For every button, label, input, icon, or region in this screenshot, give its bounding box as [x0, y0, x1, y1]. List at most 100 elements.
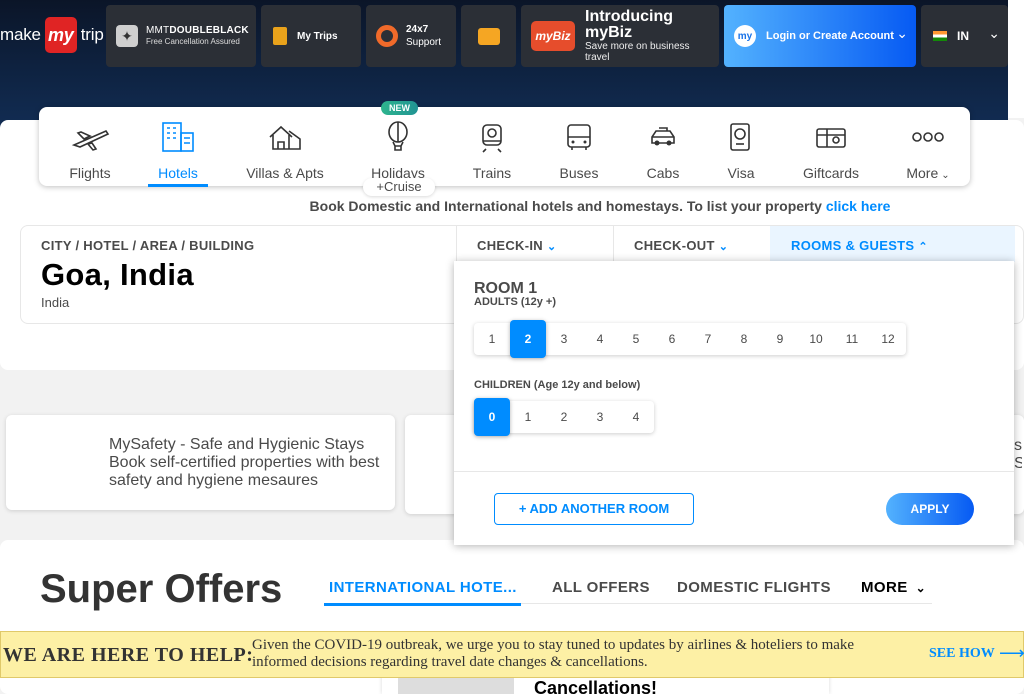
covid-heading: WE ARE HERE TO HELP: — [3, 644, 254, 666]
tab-more-label: MORE — [861, 579, 908, 596]
login-label: Login or Create Account — [766, 30, 894, 42]
balloon-icon — [388, 121, 408, 151]
nav-label: Hotels — [158, 165, 198, 181]
nav-label: Cabs — [646, 165, 680, 181]
nav-label: Villas & Apts — [246, 165, 324, 181]
giftcard-icon — [816, 128, 846, 148]
nav-villas[interactable]: Villas & Apts — [245, 117, 325, 185]
covid-banner: WE ARE HERE TO HELP: Given the COVID-19 … — [0, 631, 1024, 678]
checkout-label: CHECK-OUT — [634, 238, 715, 253]
user-avatar-icon: my — [734, 25, 756, 47]
cab-icon — [651, 127, 675, 146]
nav-label: Trains — [472, 165, 512, 181]
nav-label: Giftcards — [802, 165, 859, 181]
support-button[interactable]: 24x7 Support — [366, 5, 456, 67]
nav-more[interactable]: More ⌄ — [888, 117, 968, 185]
adults-option[interactable]: 4 — [582, 323, 618, 355]
india-flag-icon — [933, 31, 947, 41]
doubleblack-subtitle: Free Cancellation Assured — [146, 37, 240, 46]
children-option[interactable]: 3 — [582, 401, 618, 433]
passport-icon — [730, 123, 750, 151]
city-field[interactable]: CITY / HOTEL / AREA / BUILDING Goa, Indi… — [41, 238, 254, 310]
nav-visa[interactable]: Visa — [701, 117, 781, 185]
children-option[interactable]: 4 — [618, 401, 654, 433]
support-label: Support — [406, 37, 442, 48]
adults-option[interactable]: 3 — [546, 323, 582, 355]
country-selector[interactable]: IN ⌄ — [921, 5, 1008, 67]
adults-option[interactable]: 12 — [870, 323, 906, 355]
mybiz-button[interactable]: myBiz Introducing myBiz Save more on bus… — [521, 5, 719, 67]
nav-giftcards[interactable]: Giftcards — [791, 117, 871, 185]
add-another-room-button[interactable]: + ADD ANOTHER ROOM — [494, 493, 694, 525]
promo-text-fragment: s S — [1014, 437, 1022, 472]
nav-hotels[interactable]: Hotels — [138, 117, 218, 187]
checkin-field[interactable]: CHECK-IN ⌄ — [477, 238, 556, 253]
adults-option[interactable]: 11 — [834, 323, 870, 355]
chevron-down-icon: ⌄ — [941, 170, 950, 181]
adults-option[interactable]: 10 — [798, 323, 834, 355]
cruise-tag[interactable]: +Cruise — [363, 178, 435, 196]
apply-button[interactable]: APPLY — [886, 493, 974, 525]
checkout-field[interactable]: CHECK-OUT ⌄ — [634, 238, 728, 253]
adults-option[interactable]: 5 — [618, 323, 654, 355]
product-nav: Flights Hotels Villas & Apts Holidays Tr… — [39, 107, 970, 187]
see-how-link[interactable]: SEE HOW — [929, 646, 995, 662]
villa-icon — [269, 125, 301, 150]
list-property-link[interactable]: click here — [826, 198, 891, 214]
tab-domestic-flights[interactable]: DOMESTIC FLIGHTS — [677, 579, 831, 596]
nav-flights[interactable]: Flights — [50, 117, 130, 185]
logo-make: make — [0, 25, 41, 44]
tab-more[interactable]: MORE ⌄ — [861, 579, 926, 596]
city-value: Goa, India — [41, 257, 194, 292]
nav-label: Flights — [69, 165, 111, 181]
suitcase-icon — [273, 27, 287, 45]
tagline-text: Book Domestic and International hotels a… — [309, 198, 826, 214]
promo-card-mysafety[interactable]: MySafety - Safe and Hygienic Stays Book … — [6, 415, 395, 510]
covid-message: Given the COVID-19 outbreak, we urge you… — [252, 637, 855, 670]
children-option[interactable]: 1 — [510, 401, 546, 433]
adults-option[interactable]: 6 — [654, 323, 690, 355]
nav-buses[interactable]: Buses — [539, 117, 619, 185]
adults-option[interactable]: 9 — [762, 323, 798, 355]
wallet-button[interactable] — [461, 5, 516, 67]
chevron-down-icon: ⌄ — [546, 241, 557, 253]
tab-all-offers[interactable]: ALL OFFERS — [552, 579, 650, 596]
rooms-guests-field[interactable]: ROOMS & GUESTS ⌃ — [791, 238, 928, 253]
chevron-up-icon: ⌃ — [918, 241, 928, 253]
mybiz-subtitle: Save more on business travel — [585, 41, 690, 63]
dropdown-footer: + ADD ANOTHER ROOM APPLY — [454, 471, 1014, 545]
promo-text: MySafety - Safe and Hygienic Stays Book … — [109, 436, 380, 489]
nav-cabs[interactable]: Cabs — [623, 117, 703, 185]
nav-label: Buses — [559, 165, 599, 181]
nav-trains[interactable]: Trains — [452, 117, 532, 185]
chevron-down-icon: ⌄ — [988, 25, 1000, 41]
lifebuoy-icon — [376, 25, 398, 47]
children-option[interactable]: 2 — [546, 401, 582, 433]
logo-trip: trip — [80, 25, 104, 44]
adults-option[interactable]: 8 — [726, 323, 762, 355]
my-trips-label: My Trips — [297, 30, 338, 42]
support-hours: 24x7 — [406, 24, 429, 35]
arrow-right-icon: ⟶ — [999, 643, 1024, 663]
city-label: CITY / HOTEL / AREA / BUILDING — [41, 238, 255, 253]
bus-icon — [567, 124, 591, 150]
makemytrip-logo[interactable]: make my trip — [0, 16, 104, 54]
my-trips-button[interactable]: My Trips — [261, 5, 361, 67]
doubleblack-prefix: MMT — [146, 25, 170, 36]
checkin-label: CHECK-IN — [477, 238, 543, 253]
country-code: IN — [957, 29, 969, 43]
tab-international-hotels[interactable]: INTERNATIONAL HOTE... — [324, 579, 521, 606]
adults-option[interactable]: 2 — [510, 320, 546, 358]
offer-tabs: INTERNATIONAL HOTE... ALL OFFERS DOMESTI… — [324, 572, 932, 606]
children-option[interactable]: 0 — [474, 398, 510, 436]
adults-option[interactable]: 1 — [474, 323, 510, 355]
login-button[interactable]: my Login or Create Account ⌄ — [724, 5, 916, 67]
doubleblack-button[interactable]: ✦ MMTDOUBLEBLACK Free Cancellation Assur… — [106, 5, 256, 67]
star-icon: ✦ — [116, 25, 138, 47]
nav-holidays[interactable]: Holidays — [358, 117, 438, 185]
nav-label: Visa — [727, 165, 755, 181]
mybiz-icon: myBiz — [531, 21, 575, 51]
chevron-down-icon: ⌄ — [718, 241, 729, 253]
adults-option[interactable]: 7 — [690, 323, 726, 355]
train-icon — [482, 124, 502, 153]
